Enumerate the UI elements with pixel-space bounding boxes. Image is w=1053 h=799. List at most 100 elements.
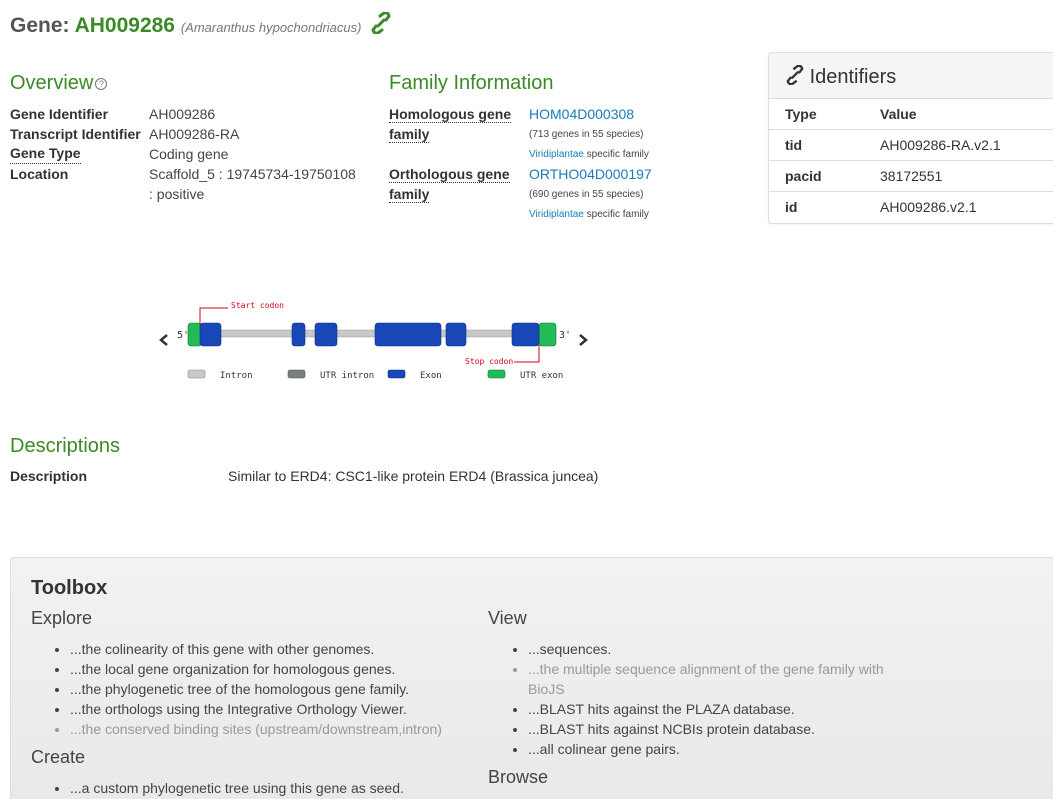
list-item: ...the multiple sequence alignment of th… xyxy=(528,659,908,699)
homologous-count: (713 genes in 55 species) xyxy=(529,129,644,140)
column-header-type: Type xyxy=(785,106,817,122)
table-row: id AH009286.v2.1 xyxy=(769,191,1053,222)
location-value: Scaffold_5 : 19745734-19750108 xyxy=(149,166,356,182)
transcript-identifier-value: AH009286-RA xyxy=(149,126,240,142)
list-item[interactable]: ...the orthologs using the Integrative O… xyxy=(70,699,490,719)
gene-structure-diagram: 5' 3' Start codon Stop codon Intron UTR … xyxy=(159,301,588,381)
legend-intron-label: Intron xyxy=(220,371,253,381)
table-row: pacid 38172551 xyxy=(769,160,1053,192)
stop-codon-marker xyxy=(514,345,540,363)
legend-utr-intron-swatch xyxy=(287,369,306,379)
list-item[interactable]: ...all colinear gene pairs. xyxy=(528,739,908,759)
orthologous-label[interactable]: Orthologous gene family xyxy=(389,164,519,204)
explore-phylogenetic-tree-link[interactable]: ...the phylogenetic tree of the homologo… xyxy=(70,681,409,697)
identifiers-table: Type Value tid AH009286-RA.v2.1 pacid 38… xyxy=(769,99,1053,222)
homologous-family-link[interactable]: HOM04D000308 xyxy=(529,104,634,124)
link-icon xyxy=(786,64,810,88)
homologous-clade-link[interactable]: Viridiplantae xyxy=(529,149,584,160)
view-sequences-link[interactable]: ...sequences. xyxy=(528,641,611,657)
identifier-value: AH009286.v2.1 xyxy=(880,191,1053,222)
identifier-value: AH009286-RA.v2.1 xyxy=(880,129,1053,161)
homologous-clade-suffix: specific family xyxy=(586,149,649,160)
list-item: ...the conserved binding sites (upstream… xyxy=(70,719,490,739)
species-name: (Amaranthus hypochondriacus) xyxy=(180,20,362,35)
help-icon[interactable]: ? xyxy=(95,78,108,90)
intron xyxy=(197,329,549,338)
exon xyxy=(374,322,442,347)
view-blast-plaza-link[interactable]: ...BLAST hits against the PLAZA database… xyxy=(528,701,795,717)
orthologous-label-line1: Orthologous gene xyxy=(389,166,510,183)
explore-colinearity-link[interactable]: ...the colinearity of this gene with oth… xyxy=(70,641,374,657)
exon xyxy=(199,322,222,347)
list-item[interactable]: ...BLAST hits against the PLAZA database… xyxy=(528,699,908,719)
description-value: Similar to ERD4: CSC1-like protein ERD4 … xyxy=(228,468,599,484)
legend-exon-swatch xyxy=(387,369,406,379)
title-prefix: Gene: xyxy=(10,14,70,37)
view-colinear-pairs-link[interactable]: ...all colinear gene pairs. xyxy=(528,741,680,757)
list-item[interactable]: ...BLAST hits against NCBIs protein data… xyxy=(528,719,908,739)
orthologous-label-line2: family xyxy=(389,186,430,203)
identifier-type: pacid xyxy=(769,160,880,192)
create-custom-tree-link[interactable]: ...a custom phylogenetic tree using this… xyxy=(70,780,404,796)
view-blast-ncbi-link[interactable]: ...BLAST hits against NCBIs protein data… xyxy=(528,721,815,737)
page-title: Gene: AH009286 (Amaranthus hypochondriac… xyxy=(10,11,391,40)
utr-exon xyxy=(538,322,557,347)
description-label: Description xyxy=(10,468,88,484)
prev-arrow-icon[interactable] xyxy=(159,334,168,346)
toolbox-panel: Toolbox Explore ...the colinearity of th… xyxy=(10,557,1053,799)
list-item[interactable]: ...the phylogenetic tree of the homologo… xyxy=(70,679,490,699)
orthologous-count: (690 genes in 55 species) xyxy=(529,189,644,200)
identifiers-title: Identifiers xyxy=(786,64,897,89)
list-item[interactable]: ...the local gene organization for homol… xyxy=(70,659,490,679)
location-label: Location xyxy=(10,166,69,182)
location-strand: : positive xyxy=(149,186,205,202)
three-prime-label: 3' xyxy=(559,330,571,341)
overview-title: Overview xyxy=(10,72,94,94)
gene-type-value: Coding gene xyxy=(149,146,229,162)
start-codon-label: Start codon xyxy=(231,301,284,310)
identifiers-panel: Identifiers Type Value tid AH009286-RA.v… xyxy=(768,52,1053,224)
list-item[interactable]: ...the colinearity of this gene with oth… xyxy=(70,639,490,659)
list-item[interactable]: ...sequences. xyxy=(528,639,908,659)
gene-type-label[interactable]: Gene Type xyxy=(10,144,81,164)
exon xyxy=(291,322,306,347)
family-heading: Family Information xyxy=(389,72,554,94)
orthologous-clade-suffix: specific family xyxy=(586,209,649,220)
next-arrow-icon[interactable] xyxy=(579,334,588,346)
exon xyxy=(511,322,540,347)
create-list: ...a custom phylogenetic tree using this… xyxy=(50,778,490,798)
legend-utr-exon-swatch xyxy=(487,369,506,379)
descriptions-heading: Descriptions xyxy=(10,435,121,457)
link-icon[interactable] xyxy=(371,11,391,40)
table-row: tid AH009286-RA.v2.1 xyxy=(769,129,1053,161)
orthologous-clade-link[interactable]: Viridiplantae xyxy=(529,209,584,220)
explore-heading: Explore xyxy=(31,608,93,628)
identifier-type: id xyxy=(769,191,880,222)
overview-heading: Overview? xyxy=(10,72,108,95)
orthologous-clade: Viridiplantae specific family xyxy=(529,205,649,225)
legend-utr-intron-label: UTR intron xyxy=(320,371,374,381)
start-codon-marker xyxy=(199,307,228,325)
explore-local-organization-link[interactable]: ...the local gene organization for homol… xyxy=(70,661,395,677)
homologous-label-line1: Homologous gene xyxy=(389,106,512,123)
view-list: ...sequences. ...the multiple sequence a… xyxy=(508,639,908,759)
list-item[interactable]: ...a custom phylogenetic tree using this… xyxy=(70,778,490,798)
explore-list: ...the colinearity of this gene with oth… xyxy=(50,639,490,739)
legend-utr-exon-label: UTR exon xyxy=(520,371,563,381)
legend-intron-swatch xyxy=(187,369,206,379)
view-heading: View xyxy=(488,608,527,628)
identifiers-title-text: Identifiers xyxy=(809,66,897,88)
homologous-clade: Viridiplantae specific family xyxy=(529,145,649,165)
homologous-label-line2: family xyxy=(389,126,430,143)
exon xyxy=(445,322,467,347)
column-header-value: Value xyxy=(880,106,917,122)
explore-orthologs-link[interactable]: ...the orthologs using the Integrative O… xyxy=(70,701,407,717)
exon xyxy=(314,322,338,347)
gene-identifier-value: AH009286 xyxy=(149,106,216,122)
identifier-value: 38172551 xyxy=(880,160,1053,192)
orthologous-family-link[interactable]: ORTHO04D000197 xyxy=(529,164,652,184)
utr-exon xyxy=(187,322,202,347)
browse-heading: Browse xyxy=(488,767,549,787)
legend-exon-label: Exon xyxy=(420,371,442,381)
homologous-label[interactable]: Homologous gene family xyxy=(389,104,519,144)
